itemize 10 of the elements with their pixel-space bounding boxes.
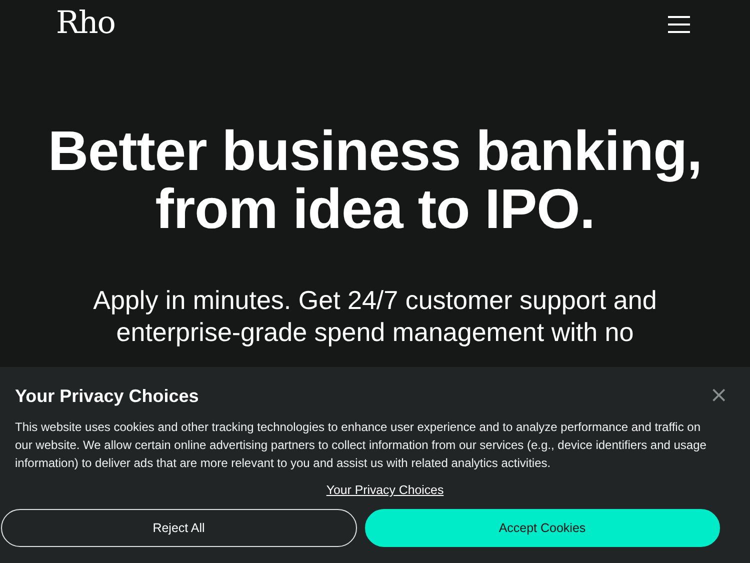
accept-button[interactable]: Accept Cookies bbox=[364, 509, 720, 547]
logo[interactable]: Rho bbox=[56, 4, 115, 42]
close-button[interactable]: × bbox=[710, 385, 728, 407]
menu-icon[interactable] bbox=[668, 16, 690, 32]
headline: Better business banking, from idea to IPO. bbox=[47, 122, 703, 238]
banner-text: This website uses cookies and other tracking technologies to enhance user experience and to analyze performance and traffic on our website. We allow certain online advertising partners to collect information from our services (e.g., device identifiers and usage information) to deliver ads that are more relevant to you and assist us with related analytics activities. bbox=[15, 419, 708, 472]
subtitle: Apply in minutes. Get 24/7 customer support and enterprise-grade spend management with no bbox=[92, 284, 658, 348]
reject-button[interactable]: Reject All bbox=[1, 509, 356, 547]
privacy-choices-link[interactable]: Your Privacy Choices bbox=[326, 483, 444, 497]
banner-title: Your Privacy Choices bbox=[15, 385, 199, 408]
